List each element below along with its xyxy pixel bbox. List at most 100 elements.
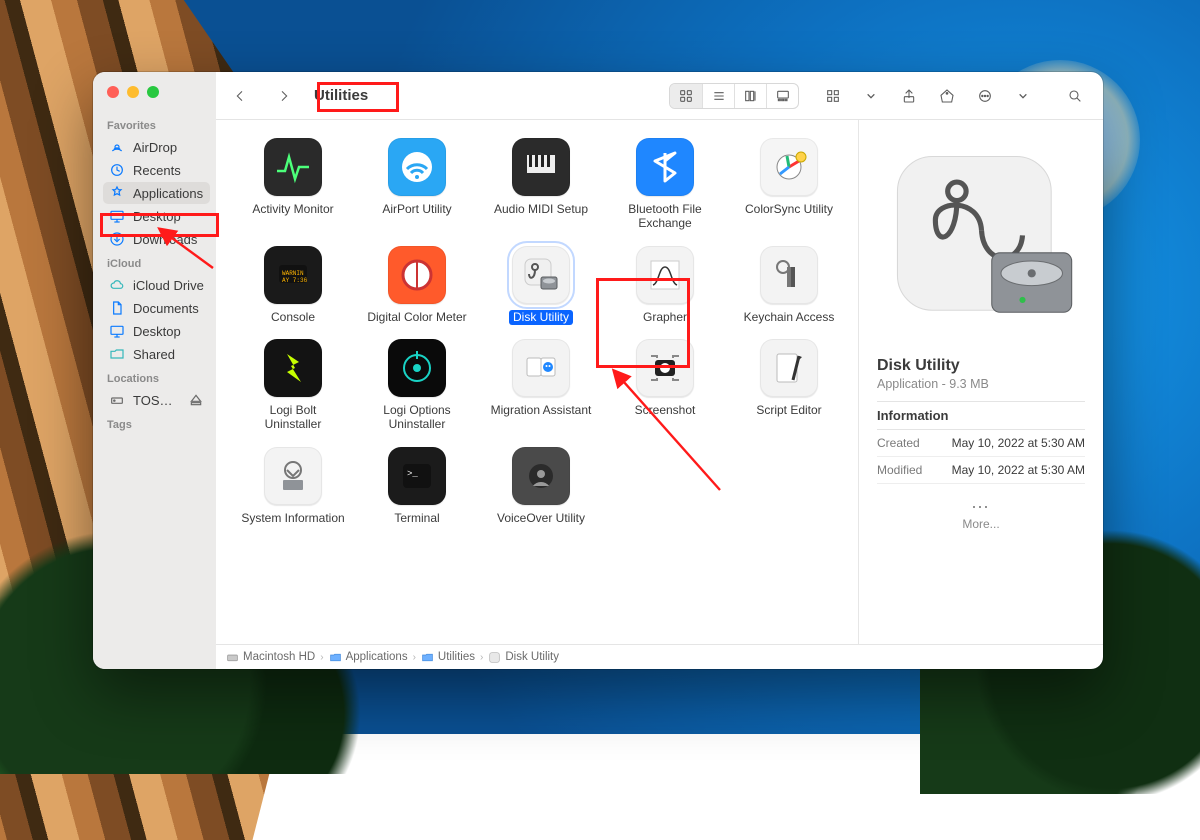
preview-info-key: Created <box>877 436 920 450</box>
app-icon <box>512 339 570 397</box>
app-colorsync[interactable]: ColorSync Utility <box>730 138 848 232</box>
preview-info-value: May 10, 2022 at 5:30 AM <box>952 463 1085 477</box>
sidebar-item-desktop2[interactable]: Desktop <box>103 320 210 342</box>
path-separator-icon: › <box>413 652 416 663</box>
search-button[interactable] <box>1061 83 1089 109</box>
app-activity-monitor[interactable]: Activity Monitor <box>234 138 352 232</box>
path-item[interactable]: Disk Utility <box>488 651 559 664</box>
app-console[interactable]: WARNINAY 7:36Console <box>234 246 352 326</box>
app-label: Script Editor <box>752 403 825 419</box>
preview-kind: Application - 9.3 MB <box>877 377 1085 391</box>
preview-name: Disk Utility <box>877 357 1085 375</box>
app-icon: WARNINAY 7:36 <box>264 246 322 304</box>
folder-title: Utilities <box>314 87 368 104</box>
share-button[interactable] <box>895 83 923 109</box>
sidebar-item-label: AirDrop <box>133 140 177 155</box>
path-item[interactable]: Macintosh HD <box>226 651 315 664</box>
group-by-button[interactable] <box>819 83 847 109</box>
app-icon <box>512 138 570 196</box>
app-icon <box>636 246 694 304</box>
ellipsis-icon: ⋯ <box>877 502 1085 513</box>
app-label: AirPort Utility <box>378 202 455 218</box>
fullscreen-window-button[interactable] <box>147 86 159 98</box>
app-label: Disk Utility <box>509 310 573 326</box>
external-disk-icon <box>109 392 125 408</box>
sidebar-item-documents[interactable]: Documents <box>103 297 210 319</box>
sidebar-item-label: iCloud Drive <box>133 278 204 293</box>
app-audio-midi[interactable]: Audio MIDI Setup <box>482 138 600 232</box>
app-disk-utility[interactable]: Disk Utility <box>482 246 600 326</box>
path-item-label: Applications <box>346 651 408 663</box>
eject-icon[interactable] <box>188 392 204 408</box>
view-column-button[interactable] <box>734 84 766 108</box>
app-screenshot[interactable]: Screenshot <box>606 339 724 433</box>
app-label: Digital Color Meter <box>363 310 470 326</box>
app-airport-utility[interactable]: AirPort Utility <box>358 138 476 232</box>
app-label: Logi Bolt Uninstaller <box>237 403 349 433</box>
app-label: Bluetooth File Exchange <box>609 202 721 232</box>
app-script-editor[interactable]: Script Editor <box>730 339 848 433</box>
app-logi-bolt[interactable]: Logi Bolt Uninstaller <box>234 339 352 433</box>
app-logi-options[interactable]: Logi Options Uninstaller <box>358 339 476 433</box>
svg-text:>_: >_ <box>407 469 418 479</box>
app-terminal[interactable]: >_Terminal <box>358 447 476 527</box>
svg-text:WARNIN: WARNIN <box>282 270 304 277</box>
app-bluetooth[interactable]: Bluetooth File Exchange <box>606 138 724 232</box>
app-icon <box>636 138 694 196</box>
airdrop-icon <box>109 139 125 155</box>
preview-info-key: Modified <box>877 463 922 477</box>
app-icon <box>388 339 446 397</box>
forward-button[interactable] <box>270 83 298 109</box>
close-window-button[interactable] <box>107 86 119 98</box>
sidebar-item-apps[interactable]: Applications <box>103 182 210 204</box>
view-list-button[interactable] <box>702 84 734 108</box>
path-item[interactable]: Utilities <box>421 651 475 664</box>
preview-info-row: Created May 10, 2022 at 5:30 AM <box>877 430 1085 457</box>
app-label: Migration Assistant <box>487 403 596 419</box>
action-menu-chevron-icon[interactable] <box>1009 83 1037 109</box>
sidebar-item-shared[interactable]: Shared <box>103 343 210 365</box>
clock-icon <box>109 162 125 178</box>
preview-thumbnail <box>879 138 1084 343</box>
view-icon-button[interactable] <box>670 84 702 108</box>
app-icon <box>388 246 446 304</box>
group-by-chevron-icon[interactable] <box>857 83 885 109</box>
minimize-window-button[interactable] <box>127 86 139 98</box>
finder-toolbar: Utilities <box>216 72 1103 120</box>
sidebar-section-label: Locations <box>107 373 206 385</box>
preview-more-button[interactable]: ⋯ More... <box>877 502 1085 531</box>
sidebar-item-recents[interactable]: Recents <box>103 159 210 181</box>
app-migration[interactable]: Migration Assistant <box>482 339 600 433</box>
tags-button[interactable] <box>933 83 961 109</box>
app-digital-color[interactable]: Digital Color Meter <box>358 246 476 326</box>
view-gallery-button[interactable] <box>766 84 798 108</box>
sidebar-item-label: Documents <box>133 301 199 316</box>
app-label: Activity Monitor <box>248 202 337 218</box>
sidebar-item-iclouddrive[interactable]: iCloud Drive <box>103 274 210 296</box>
window-controls <box>103 82 210 112</box>
document-icon <box>109 300 125 316</box>
app-icon <box>512 447 570 505</box>
action-menu-button[interactable] <box>971 83 999 109</box>
sidebar-item-desktop[interactable]: Desktop <box>103 205 210 227</box>
preview-section-heading: Information <box>877 401 1085 430</box>
path-item-label: Macintosh HD <box>243 651 315 663</box>
app-label: System Information <box>237 511 348 527</box>
back-button[interactable] <box>226 83 254 109</box>
app-keychain[interactable]: Keychain Access <box>730 246 848 326</box>
sidebar-item-toshiba[interactable]: TOSHIB… <box>103 389 210 411</box>
app-label: VoiceOver Utility <box>493 511 589 527</box>
path-separator-icon: › <box>320 652 323 663</box>
path-item[interactable]: Applications <box>329 651 408 664</box>
svg-text:AY 7:36: AY 7:36 <box>282 277 308 284</box>
sidebar-item-label: Applications <box>133 186 203 201</box>
finder-main: Utilities <box>216 72 1103 669</box>
app-grapher[interactable]: Grapher <box>606 246 724 326</box>
file-grid: Activity Monitor AirPort Utility Audio MID… <box>216 120 858 644</box>
app-system-info[interactable]: System Information <box>234 447 352 527</box>
preview-info-value: May 10, 2022 at 5:30 AM <box>952 436 1085 450</box>
sidebar-item-downloads[interactable]: Downloads <box>103 228 210 250</box>
desktop-icon <box>109 208 125 224</box>
sidebar-item-airdrop[interactable]: AirDrop <box>103 136 210 158</box>
app-voiceover[interactable]: VoiceOver Utility <box>482 447 600 527</box>
